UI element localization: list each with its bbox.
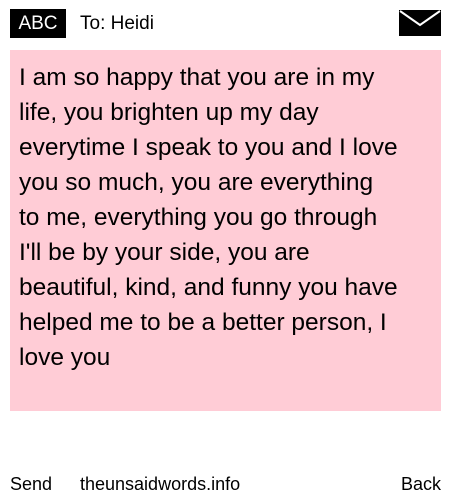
message-box[interactable]: I am so happy that you are in my life, y… <box>10 50 441 411</box>
site-label: theunsaidwords.info <box>80 474 241 494</box>
message-text[interactable]: I am so happy that you are in my life, y… <box>19 60 439 375</box>
back-button[interactable]: Back <box>401 470 441 498</box>
recipient-label: To: Heidi <box>80 13 154 34</box>
send-button[interactable]: Send <box>10 470 52 498</box>
input-mode-indicator: ABC <box>10 9 66 38</box>
envelope-icon <box>399 10 441 36</box>
